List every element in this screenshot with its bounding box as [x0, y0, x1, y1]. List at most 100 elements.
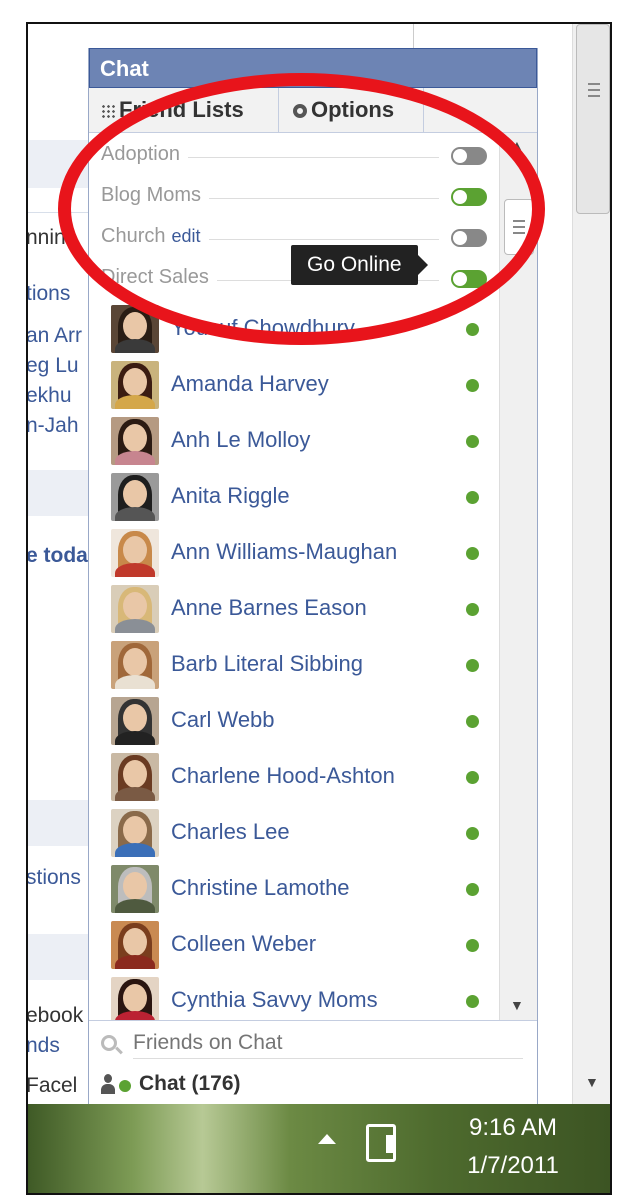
avatar-body [115, 507, 155, 521]
online-status-icon [466, 771, 479, 784]
online-status-icon [466, 659, 479, 672]
clock-time[interactable]: 9:16 AM [428, 1114, 598, 1142]
person-icon [101, 1074, 115, 1096]
avatar [111, 529, 159, 577]
background-text: Facel [28, 1074, 78, 1097]
grid-icon [101, 104, 115, 119]
background-text: ebook [28, 1004, 84, 1027]
avatar-face [123, 872, 147, 900]
power-icon[interactable] [366, 1124, 396, 1162]
background-bar [28, 470, 88, 516]
list-item[interactable]: Ann Williams-Maughan [111, 529, 489, 581]
friend-name: Barb Literal Sibbing [171, 651, 364, 676]
avatar-body [115, 395, 155, 409]
online-status-icon [466, 939, 479, 952]
online-status-icon [466, 995, 479, 1008]
search-input[interactable] [133, 1027, 523, 1059]
avatar-face [123, 368, 147, 396]
avatar [111, 697, 159, 745]
avatar-body [115, 955, 155, 969]
scroll-down-arrow-icon[interactable]: ▼ [585, 1074, 599, 1090]
screenshot-frame: nnin tions an Arr eg Lu ekhu n-Jah e tod… [26, 22, 612, 1195]
friend-name: Charlene Hood-Ashton [171, 763, 395, 788]
chat-search [89, 1020, 537, 1066]
page-scrollbar[interactable]: ▼ [572, 24, 610, 1104]
list-item[interactable]: Anh Le Molloy [111, 417, 489, 469]
avatar-face [123, 648, 147, 676]
friend-name: Anne Barnes Eason [171, 595, 367, 620]
avatar [111, 361, 159, 409]
background-bar [28, 800, 88, 846]
avatar-body [115, 843, 155, 857]
friend-name: Colleen Weber [171, 931, 317, 956]
friend-name: Cynthia Savvy Moms [171, 987, 378, 1012]
list-item[interactable]: Colleen Weber [111, 921, 489, 973]
avatar [111, 473, 159, 521]
friend-name: Amanda Harvey [171, 371, 329, 396]
person-icon-body [101, 1084, 115, 1094]
background-link[interactable]: n-Jah [28, 414, 79, 438]
background-link[interactable]: eg Lu [28, 354, 79, 378]
list-item[interactable]: Christine Lamothe [111, 865, 489, 917]
friend-name: Carl Webb [171, 707, 275, 732]
background-link[interactable]: tions [28, 282, 70, 306]
avatar-face [123, 928, 147, 956]
avatar-body [115, 675, 155, 689]
friend-name: Charles Lee [171, 819, 290, 844]
online-status-icon [466, 491, 479, 504]
avatar-body [115, 731, 155, 745]
online-status-icon [466, 435, 479, 448]
avatar [111, 809, 159, 857]
background-link[interactable]: e toda [28, 544, 88, 568]
scrollbar-thumb[interactable] [576, 24, 610, 214]
background-link[interactable]: ekhu [28, 384, 72, 408]
online-status-icon [466, 323, 479, 336]
avatar-body [115, 339, 155, 353]
avatar [111, 417, 159, 465]
avatar [111, 585, 159, 633]
grip-icon [588, 95, 600, 97]
background-bar [28, 934, 88, 980]
avatar-body [115, 787, 155, 801]
avatar [111, 753, 159, 801]
annotation-circle [58, 73, 545, 345]
list-item[interactable]: Cynthia Savvy Moms [111, 977, 489, 1020]
friend-name: Anh Le Molloy [171, 427, 311, 452]
scroll-down-arrow-icon[interactable]: ▼ [510, 997, 524, 1013]
chat-bar[interactable]: Chat (176) [89, 1068, 537, 1104]
avatar-body [115, 899, 155, 913]
list-item[interactable]: Anita Riggle [111, 473, 489, 525]
online-status-icon [466, 827, 479, 840]
show-hidden-icons-icon[interactable] [318, 1134, 336, 1144]
avatar-face [123, 424, 147, 452]
avatar-body [115, 619, 155, 633]
list-item[interactable]: Charlene Hood-Ashton [111, 753, 489, 805]
online-status-icon [466, 603, 479, 616]
list-item[interactable]: Barb Literal Sibbing [111, 641, 489, 693]
friend-name: Christine Lamothe [171, 875, 350, 900]
online-status-icon [466, 547, 479, 560]
background-divider [413, 24, 414, 50]
background-link[interactable]: stions [28, 866, 81, 890]
list-item[interactable]: Amanda Harvey [111, 361, 489, 413]
online-status-icon [466, 715, 479, 728]
avatar-face [123, 760, 147, 788]
clock-date[interactable]: 1/7/2011 [428, 1152, 598, 1180]
list-item[interactable]: Anne Barnes Eason [111, 585, 489, 637]
chat-bar-label: Chat (176) [139, 1072, 241, 1095]
list-item[interactable]: Carl Webb [111, 697, 489, 749]
avatar-face [123, 480, 147, 508]
person-icon-head [104, 1074, 112, 1083]
list-item[interactable]: Charles Lee [111, 809, 489, 861]
grip-icon [588, 83, 600, 85]
online-status-icon [466, 883, 479, 896]
avatar-body [115, 563, 155, 577]
avatar-face [123, 536, 147, 564]
background-link[interactable]: an Arr [28, 324, 82, 348]
avatar [111, 641, 159, 689]
avatar-face [123, 816, 147, 844]
background-link[interactable]: nds [28, 1034, 60, 1058]
avatar-body [115, 451, 155, 465]
avatar [111, 977, 159, 1020]
friend-name: Ann Williams-Maughan [171, 539, 398, 564]
